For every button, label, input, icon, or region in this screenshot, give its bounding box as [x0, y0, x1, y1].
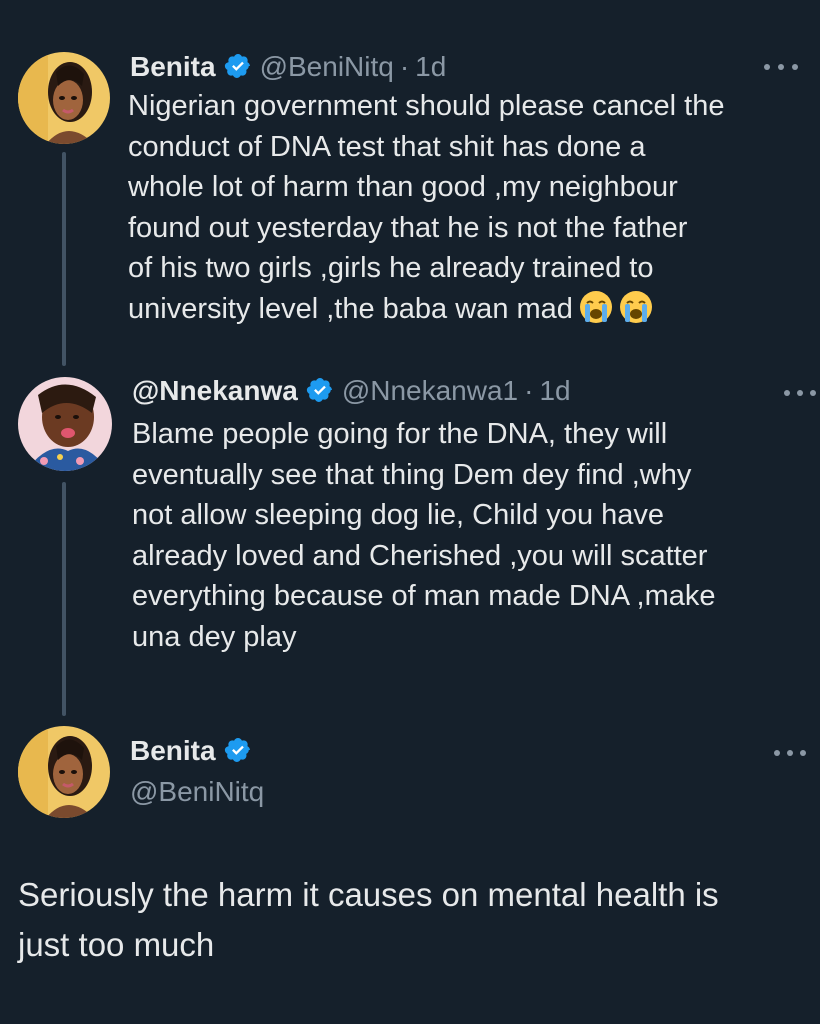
verified-badge-icon	[224, 738, 250, 762]
main-tweet-author-name[interactable]: Benita	[130, 735, 216, 766]
avatar-benita[interactable]	[18, 52, 110, 144]
tweet1-timestamp[interactable]: 1d	[415, 51, 446, 82]
tweet1-separator: ·	[399, 51, 410, 82]
tweet1-header: Benita @BeniNitq · 1d	[130, 50, 446, 84]
main-tweet-more-options-icon[interactable]	[774, 746, 806, 760]
tweet2-timestamp[interactable]: 1d	[539, 375, 570, 406]
main-tweet-text: Seriously the harm it causes on mental h…	[18, 876, 719, 963]
thread-connector-line	[62, 152, 66, 366]
main-tweet-header: Benita	[130, 734, 260, 768]
verified-badge-icon	[306, 378, 332, 402]
tweet2-more-options-icon[interactable]	[784, 386, 816, 400]
tweet1-author-name[interactable]: Benita	[130, 51, 216, 82]
tweet1-more-options-icon[interactable]	[764, 60, 798, 74]
crying-face-icon	[619, 290, 653, 336]
verified-badge-icon	[224, 54, 250, 78]
crying-face-icon	[579, 290, 613, 336]
tweet2-separator: ·	[524, 375, 534, 406]
tweet1-handle[interactable]: @BeniNitq	[260, 51, 394, 82]
avatar-benita-image	[18, 52, 110, 144]
avatar-benita-main[interactable]	[18, 726, 110, 818]
avatar-nnekanwa[interactable]	[18, 377, 112, 471]
tweet2-handle[interactable]: @Nnekanwa1	[342, 375, 518, 406]
main-tweet-handle[interactable]: @BeniNitq	[130, 776, 264, 808]
tweet1-text-container: Nigerian government should please cancel…	[128, 86, 808, 335]
tweet2-header: @Nnekanwa @Nnekanwa1 · 1d	[132, 374, 571, 408]
avatar-benita-main-image	[18, 726, 110, 818]
thread-connector-line	[62, 482, 66, 716]
tweet2-author-name[interactable]: @Nnekanwa	[132, 375, 298, 406]
avatar-nnekanwa-image	[18, 377, 112, 471]
tweet2-text: Blame people going for the DNA, they wil…	[132, 418, 716, 653]
